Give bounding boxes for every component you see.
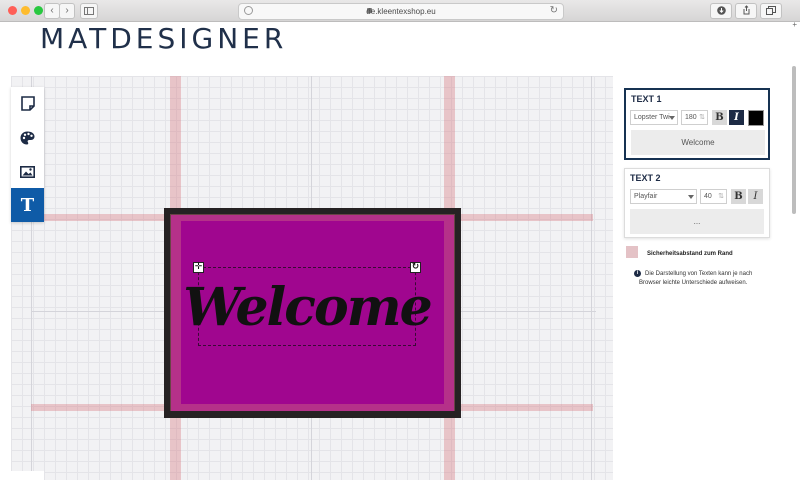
- stepper-icon: ⇅: [718, 193, 724, 200]
- address-bar[interactable]: de.kleentexshop.eu ↻: [238, 3, 564, 20]
- canvas-edge-line-right: [591, 76, 592, 480]
- safety-guide-overlay-top: [181, 214, 444, 221]
- new-tab-button[interactable]: +: [792, 20, 797, 29]
- toolbar-footer: [11, 471, 44, 480]
- chevron-down-icon: [688, 195, 694, 199]
- text1-size-value: 180: [685, 114, 697, 121]
- reload-icon[interactable]: ↻: [550, 4, 558, 18]
- tool-color[interactable]: [11, 121, 44, 154]
- back-button[interactable]: ‹: [44, 3, 60, 19]
- tabs-overview-button[interactable]: [760, 3, 782, 19]
- safety-guide-overlay-left: [170, 214, 181, 411]
- safety-margin-label: Sicherheitsabstand zum Rand: [647, 251, 733, 257]
- zoom-window-button[interactable]: [34, 6, 43, 15]
- stepper-icon: ⇅: [699, 114, 705, 121]
- tool-mat-shape[interactable]: [11, 87, 44, 120]
- safety-guide-overlay-right: [444, 214, 455, 411]
- editor-toolbar: T: [11, 87, 44, 222]
- sidebar-icon: [84, 7, 94, 15]
- minimize-window-button[interactable]: [21, 6, 30, 15]
- text2-size-value: 40: [704, 193, 712, 200]
- sidebar-toggle-button[interactable]: [80, 3, 98, 19]
- text1-title: TEXT 1: [631, 94, 662, 104]
- chevron-down-icon: [669, 116, 675, 120]
- text1-color-swatch[interactable]: [748, 110, 764, 126]
- info-note: Die Darstellung von Texten kann je nach …: [639, 271, 753, 286]
- tool-text[interactable]: T: [11, 188, 44, 222]
- text2-size-input[interactable]: 40 ⇅: [700, 189, 727, 204]
- mat-shape-icon: [20, 96, 35, 111]
- text1-font-value: Lopster Twi: [634, 114, 670, 121]
- text1-font-select[interactable]: Lopster Twi: [630, 110, 678, 125]
- tabs-icon: [766, 6, 776, 15]
- palette-icon: [20, 131, 35, 144]
- share-button[interactable]: [735, 3, 757, 19]
- site-logo[interactable]: MATDESIGNER: [40, 22, 287, 55]
- text1-text-input[interactable]: Welcome: [631, 130, 765, 155]
- text2-font-select[interactable]: Playfair: [630, 189, 697, 204]
- text2-italic-button[interactable]: I: [748, 189, 763, 204]
- share-icon: [743, 5, 749, 15]
- close-window-button[interactable]: [8, 6, 17, 15]
- text2-title: TEXT 2: [630, 173, 661, 183]
- browser-toolbar: ‹ › de.kleentexshop.eu ↻: [0, 0, 800, 22]
- image-icon: [20, 165, 35, 178]
- text-icon: T: [20, 194, 35, 216]
- page-scrollbar[interactable]: [792, 66, 796, 214]
- tool-image[interactable]: [11, 155, 44, 188]
- text1-italic-button[interactable]: I: [729, 110, 744, 125]
- download-icon: [716, 6, 726, 15]
- url-text: de.kleentexshop.eu: [366, 7, 436, 16]
- mat-text-welcome[interactable]: Welcome: [183, 268, 432, 346]
- text2-panel[interactable]: TEXT 2 Playfair 40 ⇅ B I ...: [624, 168, 770, 238]
- text1-size-input[interactable]: 180 ⇅: [681, 110, 708, 125]
- downloads-button[interactable]: [710, 3, 732, 19]
- forward-button[interactable]: ›: [59, 3, 75, 19]
- rotate-handle-icon[interactable]: ↻: [410, 262, 421, 273]
- chevron-right-icon: ›: [65, 5, 69, 16]
- text2-bold-button[interactable]: B: [731, 189, 746, 204]
- safety-margin-swatch: [626, 246, 638, 258]
- text2-font-value: Playfair: [634, 193, 658, 200]
- text1-bold-button[interactable]: B: [712, 110, 727, 125]
- chevron-left-icon: ‹: [50, 5, 54, 16]
- text2-text-input[interactable]: ...: [630, 209, 764, 234]
- move-handle-icon[interactable]: ✛: [193, 262, 204, 273]
- text1-panel[interactable]: TEXT 1 Lopster Twi 180 ⇅ B I Welcome: [624, 88, 770, 160]
- safety-guide-overlay-bottom: [181, 404, 444, 411]
